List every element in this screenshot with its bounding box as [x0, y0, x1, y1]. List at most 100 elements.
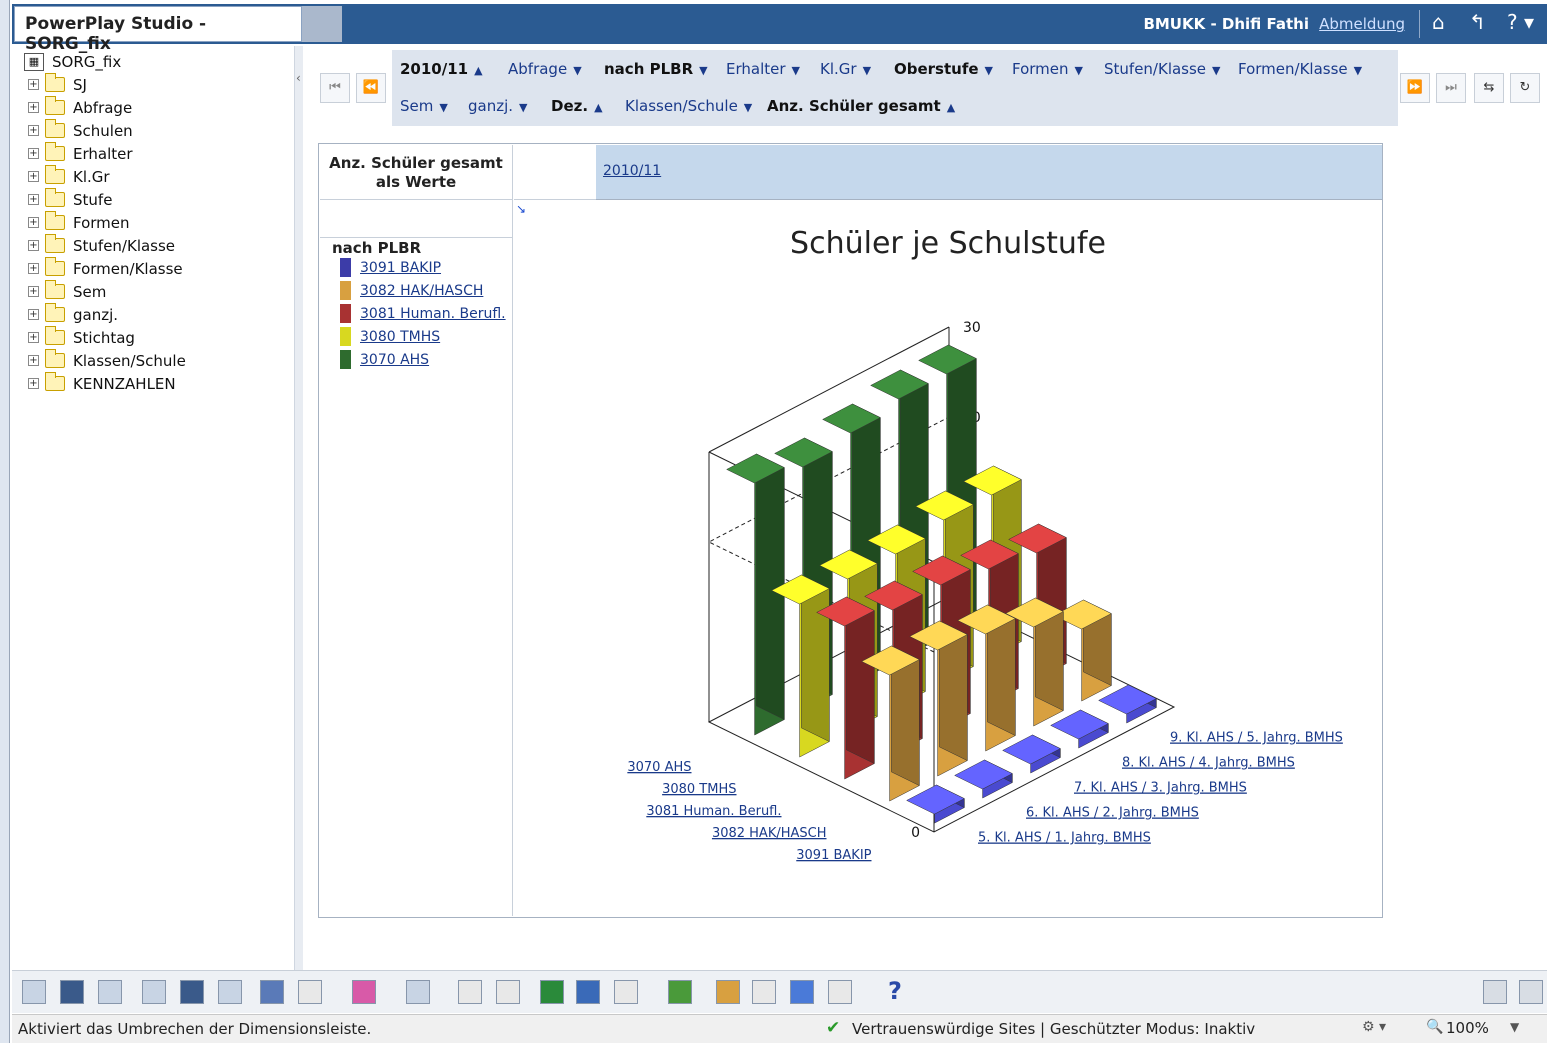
chevron-down-icon[interactable]: ▼ — [573, 64, 581, 77]
tree-item[interactable]: + Stufe — [18, 188, 293, 211]
swap-icon[interactable]: ⇆ — [1474, 73, 1504, 103]
dimension-item[interactable]: Anz. Schüler gesamt ▲ — [767, 97, 955, 115]
expand-icon[interactable]: + — [28, 79, 39, 90]
tree-item[interactable]: + Schulen — [18, 119, 293, 142]
dimension-item[interactable]: Abfrage ▼ — [508, 60, 582, 78]
dimension-item[interactable]: Klassen/Schule ▼ — [625, 97, 752, 115]
tree-item[interactable]: + Formen — [18, 211, 293, 234]
expand-icon[interactable]: + — [28, 148, 39, 159]
tree-root[interactable]: ▦ SORG_fix — [18, 50, 293, 73]
logout-link[interactable]: Abmeldung — [1319, 15, 1405, 33]
explain-icon[interactable] — [716, 980, 740, 1004]
chevron-down-icon[interactable]: ▼ — [1075, 64, 1083, 77]
chevron-down-icon[interactable]: ▼ — [792, 64, 800, 77]
chevron-down-icon[interactable]: ▼ — [985, 64, 993, 77]
crosstab-icon[interactable] — [406, 980, 430, 1004]
tree-item[interactable]: + Stufen/Klasse — [18, 234, 293, 257]
tree-item[interactable]: + SJ — [18, 73, 293, 96]
expand-icon[interactable]: + — [28, 217, 39, 228]
dimension-item[interactable]: Stufen/Klasse ▼ — [1104, 60, 1221, 78]
legend-item[interactable]: 3081 Human. Berufl. — [340, 304, 506, 323]
expand-icon[interactable]: + — [28, 240, 39, 251]
layout-middle-icon[interactable] — [180, 980, 204, 1004]
table-icon[interactable] — [298, 980, 322, 1004]
filter-icon[interactable] — [458, 980, 482, 1004]
chevron-down-icon[interactable]: ▼ — [1212, 64, 1220, 77]
layout-right-icon[interactable] — [98, 980, 122, 1004]
dimension-item[interactable]: Kl.Gr ▼ — [820, 60, 871, 78]
first-page-button[interactable]: ⏮ — [320, 73, 350, 103]
pie-chart-icon[interactable] — [352, 980, 376, 1004]
back-icon[interactable]: ↰ — [1469, 10, 1486, 34]
rank-icon[interactable] — [668, 980, 692, 1004]
dimension-item[interactable]: ganzj. ▼ — [468, 97, 528, 115]
bar[interactable] — [1098, 684, 1157, 724]
column-header-link[interactable]: 2010/11 — [603, 163, 661, 179]
expand-icon[interactable]: + — [28, 355, 39, 366]
security-zone-text[interactable]: Vertrauenswürdige Sites | Geschützter Mo… — [852, 1020, 1255, 1038]
chart-type-icon[interactable] — [260, 980, 284, 1004]
chevron-down-icon[interactable]: ▼ — [1354, 64, 1362, 77]
drill-icon[interactable]: ↻ — [1510, 73, 1540, 103]
zoom-icon[interactable]: 🔍 — [1426, 1019, 1443, 1035]
expand-icon[interactable]: + — [28, 309, 39, 320]
zoom-level[interactable]: 100% — [1446, 1019, 1489, 1037]
prev-page-button[interactable]: ⏪ — [356, 73, 386, 103]
expand-icon[interactable]: + — [28, 263, 39, 274]
chevron-down-icon[interactable]: ▼ — [519, 101, 527, 114]
measure-cell[interactable]: Anz. Schüler gesamt als Werte — [320, 145, 513, 200]
tree-item[interactable]: + Klassen/Schule — [18, 349, 293, 372]
dimension-item[interactable]: nach PLBR ▼ — [604, 60, 708, 78]
dimension-item[interactable]: 2010/11 ▲ — [400, 60, 483, 78]
save-icon[interactable] — [1483, 980, 1507, 1004]
legend-item[interactable]: 3070 AHS — [340, 350, 429, 369]
expand-icon[interactable]: + — [28, 102, 39, 113]
windows-icon[interactable] — [1519, 980, 1543, 1004]
chevron-down-icon[interactable]: ▼ — [439, 101, 447, 114]
swap-axes-icon[interactable]: ↘ — [516, 202, 526, 216]
tree-item[interactable]: + KENNZAHLEN — [18, 372, 293, 395]
question-icon[interactable]: ? — [888, 979, 912, 1004]
report-icon[interactable] — [828, 980, 852, 1004]
legend-item[interactable]: 3091 BAKIP — [340, 258, 441, 277]
tree-item[interactable]: + Abfrage — [18, 96, 293, 119]
list-icon[interactable] — [576, 980, 600, 1004]
panel-splitter[interactable]: ‹ — [294, 46, 303, 970]
expand-icon[interactable]: + — [28, 332, 39, 343]
tree-item[interactable]: + Formen/Klasse — [18, 257, 293, 280]
layout-center-icon[interactable] — [60, 980, 84, 1004]
chevron-down-icon[interactable]: ▼ — [699, 64, 707, 77]
legend-item[interactable]: 3080 TMHS — [340, 327, 440, 346]
zoom-dropdown-icon[interactable]: ▼ — [1510, 1020, 1519, 1034]
dimension-item[interactable]: Erhalter ▼ — [726, 60, 800, 78]
tree-item[interactable]: + Stichtag — [18, 326, 293, 349]
bar[interactable] — [1002, 734, 1061, 774]
bar[interactable] — [906, 784, 965, 824]
dimension-item[interactable]: Dez. ▲ — [551, 97, 603, 115]
collapse-arrow-icon[interactable]: ‹ — [296, 71, 301, 85]
chevron-up-icon[interactable]: ▲ — [594, 101, 602, 114]
chevron-up-icon[interactable]: ▲ — [474, 64, 482, 77]
expand-icon[interactable]: + — [28, 286, 39, 297]
zone-icon[interactable]: ⚙ ▾ — [1362, 1019, 1386, 1035]
bar[interactable] — [1050, 709, 1109, 749]
bar[interactable] — [726, 453, 785, 736]
help-icon[interactable]: ? ▾ — [1507, 10, 1534, 34]
suppress-icon[interactable] — [614, 980, 638, 1004]
chevron-up-icon[interactable]: ▲ — [947, 101, 955, 114]
chevron-down-icon[interactable]: ▼ — [744, 101, 752, 114]
tree-item[interactable]: + Kl.Gr — [18, 165, 293, 188]
chevron-down-icon[interactable]: ▼ — [863, 64, 871, 77]
expand-icon[interactable]: + — [28, 171, 39, 182]
layout-bottom-icon[interactable] — [218, 980, 242, 1004]
layout-top-icon[interactable] — [142, 980, 166, 1004]
dimension-item[interactable]: Oberstufe ▼ — [894, 60, 993, 78]
tree-item[interactable]: + ganzj. — [18, 303, 293, 326]
last-page-button[interactable]: ⏭ — [1436, 73, 1466, 103]
tree-item[interactable]: + Erhalter — [18, 142, 293, 165]
custom-icon[interactable] — [752, 980, 776, 1004]
calc-icon[interactable] — [790, 980, 814, 1004]
next-page-button[interactable]: ⏩ — [1400, 73, 1430, 103]
expand-icon[interactable]: + — [28, 378, 39, 389]
home-icon[interactable]: ⌂ — [1432, 10, 1445, 34]
